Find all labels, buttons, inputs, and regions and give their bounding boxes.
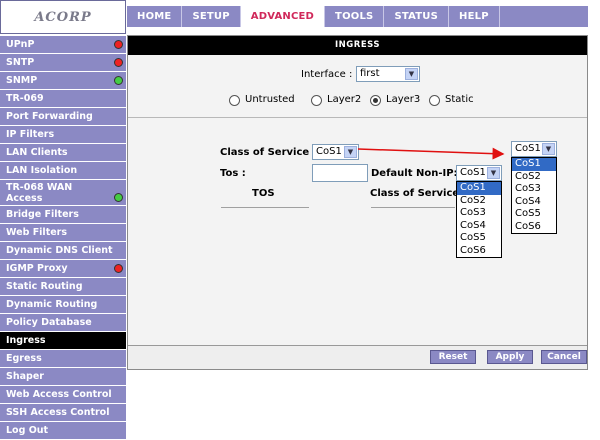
- chevron-down-icon: ▼: [487, 167, 500, 179]
- status-green-icon: [114, 76, 123, 85]
- sidebar-item-ip-filters[interactable]: IP Filters: [0, 126, 126, 144]
- default-non-ip-dropdown-list: CoS1 CoS2 CoS3 CoS4 CoS5 CoS6: [456, 181, 502, 258]
- tab-help[interactable]: HELP: [449, 6, 500, 27]
- dropdown-option[interactable]: CoS2: [457, 195, 501, 208]
- radio-layer2-label: Layer2: [327, 94, 362, 105]
- radio-layer3-label: Layer3: [386, 94, 421, 105]
- sidebar-item-igmp-proxy[interactable]: IGMP Proxy: [0, 260, 126, 278]
- callout-cos-dropdown-list: CoS1 CoS2 CoS3 CoS4 CoS5 CoS6: [511, 157, 557, 234]
- interface-label: Interface :: [301, 69, 353, 80]
- class-of-service-column-header: Class of Service: [370, 188, 460, 199]
- sidebar-item-policy-database[interactable]: Policy Database: [0, 314, 126, 332]
- default-non-ip-select[interactable]: CoS1 ▼: [456, 165, 502, 181]
- sidebar-item-web-access-control[interactable]: Web Access Control: [0, 386, 126, 404]
- sidebar-item-shaper[interactable]: Shaper: [0, 368, 126, 386]
- tab-status[interactable]: STATUS: [384, 6, 450, 27]
- sidebar: UPnP SNTP SNMP TR-069 Port Forwarding IP…: [0, 36, 126, 440]
- red-arrow-annotation: [357, 147, 505, 160]
- tos-column-rule: [221, 207, 309, 208]
- tab-advanced[interactable]: ADVANCED: [240, 6, 326, 27]
- status-red-icon: [114, 58, 123, 67]
- dropdown-option[interactable]: CoS6: [512, 221, 556, 234]
- interface-select[interactable]: first ▼: [356, 66, 420, 82]
- acorp-logo: ACORP: [0, 0, 126, 34]
- sidebar-item-web-filters[interactable]: Web Filters: [0, 224, 126, 242]
- sidebar-item-tr068-wan-access[interactable]: TR-068 WAN Access: [0, 180, 126, 206]
- main-panel: INGRESS Interface : first ▼ Untrusted Lay…: [127, 35, 588, 370]
- dropdown-option[interactable]: CoS6: [457, 245, 501, 258]
- radio-static-label: Static: [445, 94, 474, 105]
- tab-home[interactable]: HOME: [127, 6, 183, 27]
- sidebar-item-sntp[interactable]: SNTP: [0, 54, 126, 72]
- chevron-down-icon: ▼: [542, 143, 555, 155]
- status-green-icon: [114, 193, 123, 202]
- dropdown-option[interactable]: CoS5: [457, 232, 501, 245]
- tos-input[interactable]: [312, 164, 368, 182]
- radio-layer3[interactable]: [370, 95, 381, 106]
- status-red-icon: [114, 40, 123, 49]
- chevron-down-icon: ▼: [405, 68, 418, 80]
- sidebar-item-ingress[interactable]: Ingress: [0, 332, 126, 350]
- dropdown-option[interactable]: CoS5: [512, 208, 556, 221]
- sidebar-item-snmp[interactable]: SNMP: [0, 72, 126, 90]
- page-title: INGRESS: [128, 36, 587, 55]
- section-divider: [128, 117, 587, 118]
- sidebar-item-lan-clients[interactable]: LAN Clients: [0, 144, 126, 162]
- tab-tools[interactable]: TOOLS: [325, 6, 385, 27]
- dropdown-option[interactable]: CoS4: [512, 196, 556, 209]
- apply-button[interactable]: Apply: [487, 350, 533, 364]
- radio-layer2[interactable]: [311, 95, 322, 106]
- class-of-service-label: Class of Service :: [220, 147, 317, 158]
- callout-cos-select[interactable]: CoS1 ▼: [511, 141, 557, 157]
- radio-static[interactable]: [429, 95, 440, 106]
- sidebar-item-port-forwarding[interactable]: Port Forwarding: [0, 108, 126, 126]
- dropdown-option[interactable]: CoS3: [457, 207, 501, 220]
- nav-filler: [500, 6, 588, 27]
- dropdown-option[interactable]: CoS2: [512, 171, 556, 184]
- sidebar-item-dynamic-dns-client[interactable]: Dynamic DNS Client: [0, 242, 126, 260]
- dropdown-option[interactable]: CoS1: [512, 158, 556, 171]
- default-non-ip-label: Default Non-IP:: [371, 168, 458, 179]
- sidebar-item-static-routing[interactable]: Static Routing: [0, 278, 126, 296]
- sidebar-item-upnp[interactable]: UPnP: [0, 36, 126, 54]
- radio-untrusted[interactable]: [229, 95, 240, 106]
- sidebar-item-dynamic-routing[interactable]: Dynamic Routing: [0, 296, 126, 314]
- sidebar-item-ssh-access-control[interactable]: SSH Access Control: [0, 404, 126, 422]
- status-red-icon: [114, 264, 123, 273]
- tab-setup[interactable]: SETUP: [182, 6, 241, 27]
- sidebar-item-bridge-filters[interactable]: Bridge Filters: [0, 206, 126, 224]
- button-bar: Reset Apply Cancel: [128, 345, 587, 369]
- sidebar-item-egress[interactable]: Egress: [0, 350, 126, 368]
- class-of-service-select[interactable]: CoS1 ▼: [312, 144, 359, 160]
- reset-button[interactable]: Reset: [430, 350, 476, 364]
- radio-untrusted-label: Untrusted: [245, 94, 295, 105]
- dropdown-option[interactable]: CoS3: [512, 183, 556, 196]
- tos-label: Tos :: [220, 168, 246, 179]
- sidebar-item-lan-isolation[interactable]: LAN Isolation: [0, 162, 126, 180]
- top-navigation: HOME SETUP ADVANCED TOOLS STATUS HELP: [127, 6, 588, 27]
- cos-column-rule: [371, 207, 455, 208]
- sidebar-item-tr069[interactable]: TR-069: [0, 90, 126, 108]
- sidebar-item-log-out[interactable]: Log Out: [0, 422, 126, 440]
- cancel-button[interactable]: Cancel: [541, 350, 587, 364]
- tos-column-header: TOS: [252, 188, 275, 199]
- dropdown-option[interactable]: CoS4: [457, 220, 501, 233]
- dropdown-option[interactable]: CoS1: [457, 182, 501, 195]
